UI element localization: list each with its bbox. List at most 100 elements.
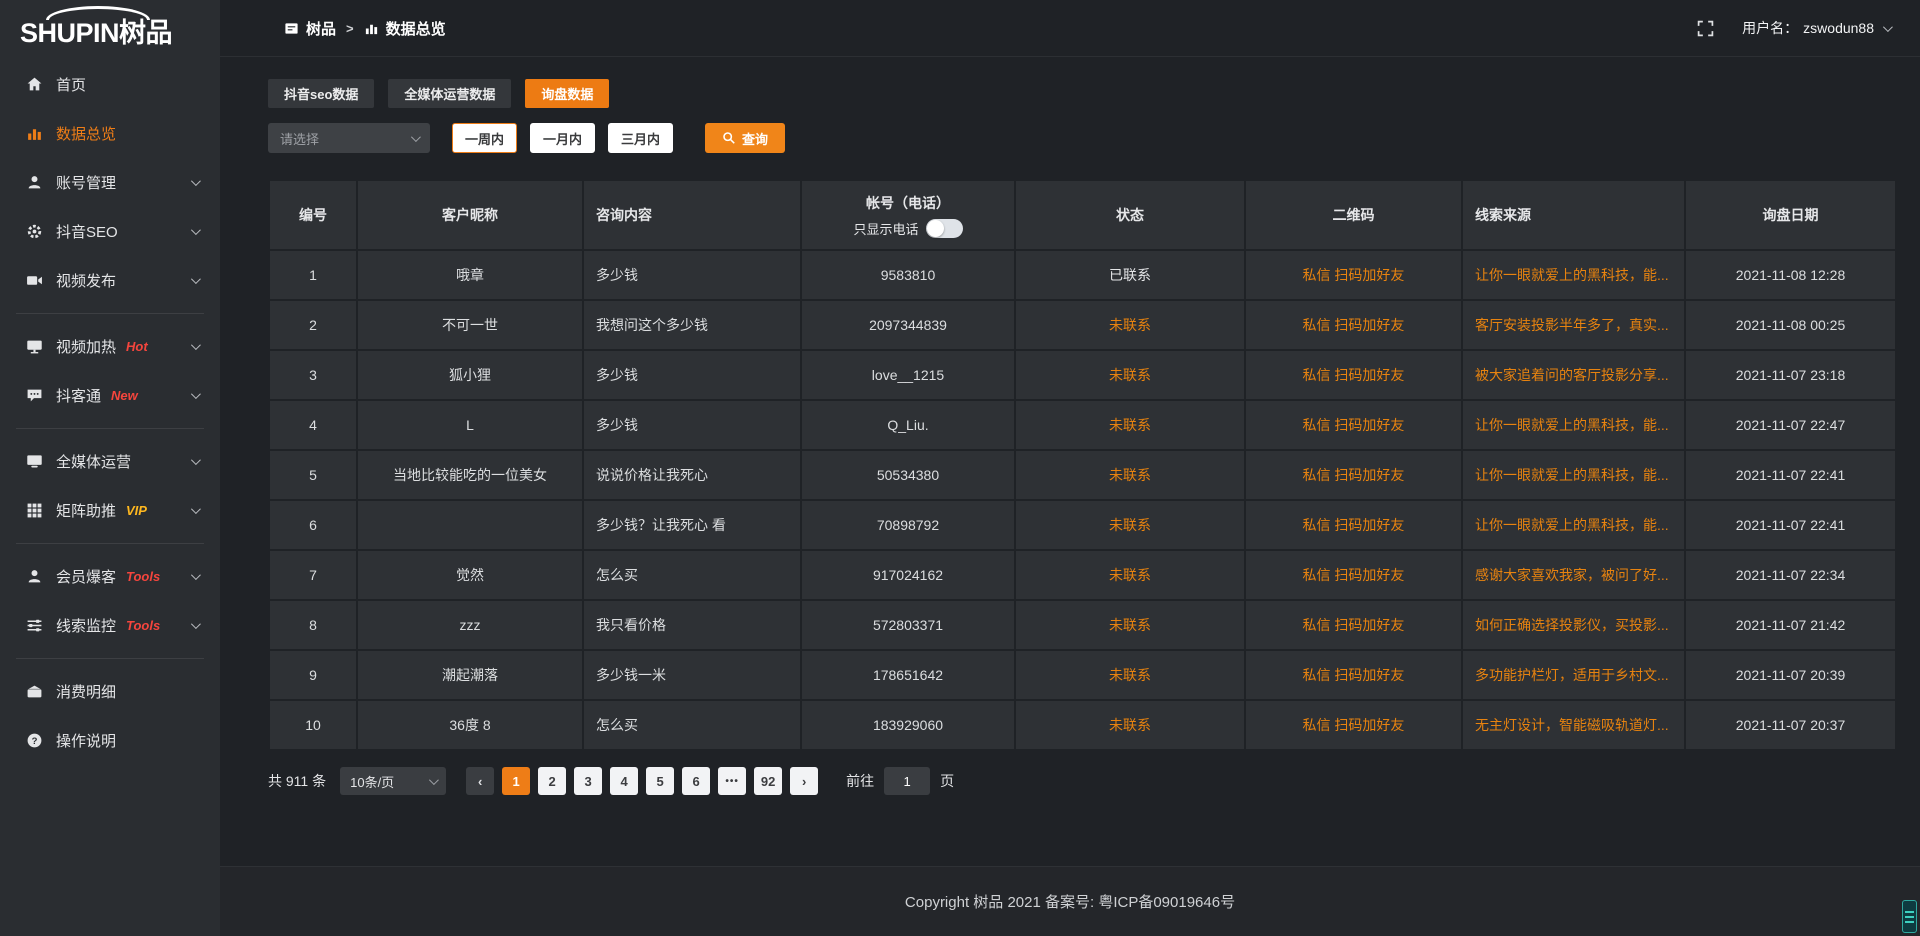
footer: Copyright 树品 2021 备案号: 粤ICP备09019646号 [220, 866, 1920, 936]
table-row: 6多少钱？让我死心 看70898792未联系私信 扫码加好友让你一眼就爱上的黑科… [269, 500, 1896, 550]
goto-page-input[interactable] [884, 767, 930, 795]
sidebar-item-clue-monitor[interactable]: 线索监控Tools [0, 601, 220, 650]
cell-qrcode: 私信 扫码加好友 [1245, 250, 1462, 300]
clue-source-link[interactable]: 让你一眼就爱上的黑科技，能... [1475, 417, 1669, 433]
logo-text-en: SHUPIN [20, 18, 119, 48]
sidebar-item-douketong[interactable]: 抖客通New [0, 371, 220, 420]
floating-widget[interactable] [1902, 900, 1917, 933]
page-size-select[interactable]: 10条/页 [340, 767, 446, 795]
data-tabs: 抖音seo数据全媒体运营数据询盘数据 [268, 79, 1910, 108]
cell-content: 多少钱 [583, 250, 801, 300]
qr-add-friend-link[interactable]: 私信 扫码加好友 [1303, 317, 1405, 333]
user-menu[interactable]: 用户名：zswodun88 [1742, 18, 1890, 38]
cell-source: 如何正确选择投影仪，买投影... [1462, 600, 1685, 650]
qr-add-friend-link[interactable]: 私信 扫码加好友 [1303, 417, 1405, 433]
cell-date: 2021-11-07 22:47 [1685, 400, 1896, 450]
page-button-1[interactable]: 1 [502, 767, 530, 795]
filter-select[interactable]: 请选择 [268, 123, 430, 153]
fullscreen-icon[interactable] [1697, 20, 1714, 37]
clue-source-link[interactable]: 如何正确选择投影仪，买投影... [1475, 617, 1669, 633]
clue-source-link[interactable]: 客厅安装投影半年多了，真实... [1475, 317, 1669, 333]
sidebar-item-data-overview[interactable]: 数据总览 [0, 109, 220, 158]
prev-page-button[interactable]: ‹ [466, 767, 494, 795]
page-button-5[interactable]: 5 [646, 767, 674, 795]
cell-qrcode: 私信 扫码加好友 [1245, 450, 1462, 500]
qr-add-friend-link[interactable]: 私信 扫码加好友 [1303, 617, 1405, 633]
cell-qrcode: 私信 扫码加好友 [1245, 700, 1462, 750]
page-button-6[interactable]: 6 [682, 767, 710, 795]
cell-nickname: 哦章 [357, 250, 583, 300]
sidebar-item-media-operation[interactable]: 全媒体运营 [0, 437, 220, 486]
sidebar-item-account-manage[interactable]: 账号管理 [0, 158, 220, 207]
goto-page: 前往 页 [846, 767, 954, 795]
page-ellipsis[interactable]: ••• [718, 767, 746, 795]
qr-add-friend-link[interactable]: 私信 扫码加好友 [1303, 367, 1405, 383]
col-qrcode: 二维码 [1245, 180, 1462, 250]
sidebar-item-badge: Hot [126, 339, 148, 354]
search-button[interactable]: 查询 [705, 123, 785, 153]
status-text: 未联系 [1109, 417, 1151, 433]
period-quarter[interactable]: 三月内 [608, 123, 673, 153]
clue-source-link[interactable]: 多功能护栏灯，适用于乡村文... [1475, 667, 1669, 683]
sidebar-item-video-publish[interactable]: 视频发布 [0, 256, 220, 305]
chevron-down-icon [191, 176, 201, 186]
page-button-4[interactable]: 4 [610, 767, 638, 795]
breadcrumb-current[interactable]: 数据总览 [364, 18, 446, 39]
clue-source-link[interactable]: 让你一眼就爱上的黑科技，能... [1475, 517, 1669, 533]
breadcrumb-home-label: 树品 [306, 18, 336, 39]
tab-inquiry-data[interactable]: 询盘数据 [525, 79, 609, 108]
qr-add-friend-link[interactable]: 私信 扫码加好友 [1303, 667, 1405, 683]
cell-content: 多少钱一米 [583, 650, 801, 700]
status-text: 未联系 [1109, 367, 1151, 383]
period-month[interactable]: 一月内 [530, 123, 595, 153]
cell-id: 2 [269, 300, 357, 350]
cell-source: 客厅安装投影半年多了，真实... [1462, 300, 1685, 350]
clue-source-link[interactable]: 感谢大家喜欢我家，被问了好... [1475, 567, 1669, 583]
cell-id: 10 [269, 700, 357, 750]
sidebar-item-home[interactable]: 首页 [0, 60, 220, 109]
sidebar-item-consume-detail[interactable]: 消费明细 [0, 667, 220, 716]
app-root: SHUPIN树品 首页数据总览账号管理抖音SEO视频发布视频加热Hot抖客通Ne… [0, 0, 1920, 936]
qr-add-friend-link[interactable]: 私信 扫码加好友 [1303, 267, 1405, 283]
cell-account: 178651642 [801, 650, 1015, 700]
tab-douyin-seo-data[interactable]: 抖音seo数据 [268, 79, 374, 108]
cell-date: 2021-11-07 22:41 [1685, 500, 1896, 550]
page-button-2[interactable]: 2 [538, 767, 566, 795]
period-week[interactable]: 一周内 [452, 123, 517, 153]
breadcrumb-home[interactable]: 树品 [284, 18, 336, 39]
phone-only-toggle[interactable] [926, 219, 963, 238]
search-icon [722, 131, 736, 145]
home-icon [26, 76, 43, 93]
clue-source-link[interactable]: 被大家追着问的客厅投影分享... [1475, 367, 1669, 383]
username-label: 用户名： [1742, 18, 1798, 38]
sidebar-item-operation-guide[interactable]: ?操作说明 [0, 716, 220, 765]
next-page-button[interactable]: › [790, 767, 818, 795]
sidebar-item-video-heat[interactable]: 视频加热Hot [0, 322, 220, 371]
qr-add-friend-link[interactable]: 私信 扫码加好友 [1303, 517, 1405, 533]
tab-media-operation-data[interactable]: 全媒体运营数据 [388, 79, 511, 108]
sidebar-item-label: 抖客通 [56, 385, 101, 406]
qr-add-friend-link[interactable]: 私信 扫码加好友 [1303, 717, 1405, 733]
sidebar-item-member-burst[interactable]: 会员爆客Tools [0, 552, 220, 601]
status-text: 未联系 [1109, 617, 1151, 633]
clue-source-link[interactable]: 让你一眼就爱上的黑科技，能... [1475, 267, 1669, 283]
cell-id: 7 [269, 550, 357, 600]
sidebar-item-matrix-boost[interactable]: 矩阵助推VIP [0, 486, 220, 535]
breadcrumb-current-label: 数据总览 [386, 18, 446, 39]
clue-source-link[interactable]: 让你一眼就爱上的黑科技，能... [1475, 467, 1669, 483]
sidebar: SHUPIN树品 首页数据总览账号管理抖音SEO视频发布视频加热Hot抖客通Ne… [0, 0, 220, 936]
clue-source-link[interactable]: 无主灯设计，智能磁吸轨道灯... [1475, 717, 1669, 733]
page-button-92[interactable]: 92 [754, 767, 782, 795]
qr-add-friend-link[interactable]: 私信 扫码加好友 [1303, 467, 1405, 483]
sidebar-item-label: 消费明细 [56, 681, 116, 702]
cell-account: 917024162 [801, 550, 1015, 600]
chevron-down-icon [191, 455, 201, 465]
page-button-3[interactable]: 3 [574, 767, 602, 795]
sidebar-item-label: 数据总览 [56, 123, 116, 144]
sidebar-item-douyin-seo[interactable]: 抖音SEO [0, 207, 220, 256]
qr-add-friend-link[interactable]: 私信 扫码加好友 [1303, 567, 1405, 583]
table-row: 1036度 8怎么买183929060未联系私信 扫码加好友无主灯设计，智能磁吸… [269, 700, 1896, 750]
cell-status: 未联系 [1015, 350, 1245, 400]
cell-source: 让你一眼就爱上的黑科技，能... [1462, 250, 1685, 300]
logo-text-cn: 树品 [119, 18, 172, 48]
